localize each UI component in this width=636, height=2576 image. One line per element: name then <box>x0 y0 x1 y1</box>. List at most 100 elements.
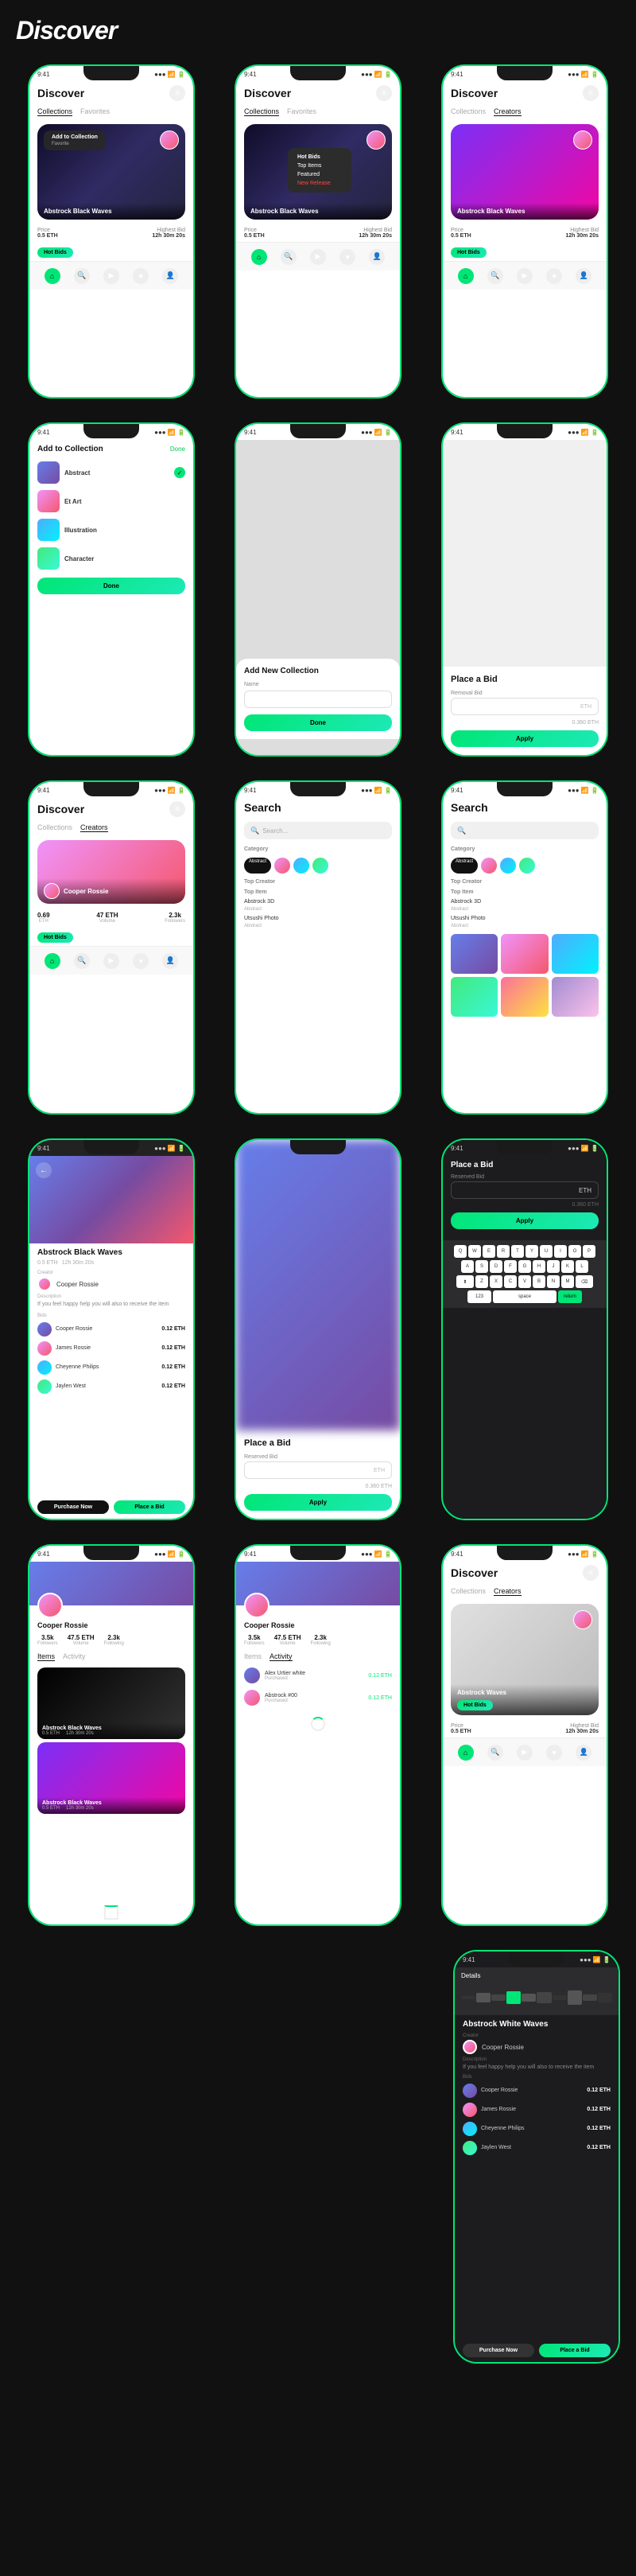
tab-creators[interactable]: Creators <box>494 107 522 116</box>
nav-home[interactable]: ⌂ <box>45 953 60 969</box>
key-shift[interactable]: ⬆ <box>456 1275 474 1288</box>
nav-heart[interactable]: ♥ <box>546 1745 562 1761</box>
nav-play[interactable]: ▶ <box>310 249 326 265</box>
apply-button[interactable]: Apply <box>451 1212 599 1229</box>
key-f[interactable]: F <box>504 1260 517 1273</box>
bid-button[interactable]: Place a Bid <box>114 1500 185 1514</box>
key-c[interactable]: C <box>504 1275 517 1288</box>
key-return[interactable]: return <box>558 1290 582 1303</box>
nav-home[interactable]: ⌂ <box>458 268 474 284</box>
nft-list-item-2[interactable]: Abstrock Black Waves 0.5 ETH 12h 30m 20s <box>37 1742 185 1814</box>
grid-item-2[interactable] <box>501 934 548 974</box>
key-o[interactable]: O <box>568 1245 581 1258</box>
nav-heart[interactable]: ♥ <box>133 953 149 969</box>
purchase-button[interactable]: Purchase Now <box>463 2344 534 2357</box>
done-button[interactable]: Done <box>244 714 392 731</box>
hot-bids-button[interactable]: Hot Bids <box>37 247 73 258</box>
key-p[interactable]: P <box>583 1245 595 1258</box>
menu-icon[interactable]: ≡ <box>583 85 599 101</box>
nav-play[interactable]: ▶ <box>103 268 119 284</box>
collection-item-etart[interactable]: Et Art <box>29 487 193 516</box>
tab-collections[interactable]: Collections <box>244 107 279 116</box>
key-v[interactable]: V <box>518 1275 531 1288</box>
key-r[interactable]: R <box>497 1245 510 1258</box>
reserved-input[interactable]: ETH <box>244 1461 392 1479</box>
key-g[interactable]: G <box>518 1260 531 1273</box>
nav-play[interactable]: ▶ <box>517 268 533 284</box>
key-b[interactable]: B <box>533 1275 545 1288</box>
tab-activity[interactable]: Activity <box>63 1652 86 1661</box>
menu-icon[interactable]: ≡ <box>169 85 185 101</box>
menu-icon[interactable]: ≡ <box>583 1565 599 1581</box>
tab-collections[interactable]: Collections <box>451 107 486 116</box>
key-q[interactable]: Q <box>454 1245 467 1258</box>
grid-item-4[interactable] <box>451 977 498 1017</box>
search-bar[interactable]: 🔍 <box>451 822 599 839</box>
grid-item-6[interactable] <box>552 977 599 1017</box>
tab-items[interactable]: Items <box>244 1652 262 1661</box>
nav-user[interactable]: 👤 <box>576 1745 591 1761</box>
key-delete[interactable]: ⌫ <box>576 1275 593 1288</box>
key-u[interactable]: U <box>540 1245 553 1258</box>
nav-play[interactable]: ▶ <box>103 953 119 969</box>
grid-item-3[interactable] <box>552 934 599 974</box>
nav-heart[interactable]: ♥ <box>133 268 149 284</box>
grid-item-5[interactable] <box>501 977 548 1017</box>
menu-icon[interactable]: ≡ <box>169 801 185 817</box>
key-t[interactable]: T <box>511 1245 524 1258</box>
grid-item-1[interactable] <box>451 934 498 974</box>
tab-creators[interactable]: Creators <box>494 1587 522 1596</box>
hot-bids-button[interactable]: Hot Bids <box>451 247 487 258</box>
nav-play[interactable]: ▶ <box>517 1745 533 1761</box>
cat-avatar-2[interactable] <box>293 858 309 874</box>
menu-item-hotbids[interactable]: Hot Bids <box>297 153 342 161</box>
name-input[interactable] <box>244 691 392 708</box>
collection-item-illustration[interactable]: Illustration <box>29 516 193 544</box>
cat-avatar-2[interactable] <box>500 858 516 874</box>
nav-heart[interactable]: ♥ <box>339 249 355 265</box>
modal-action[interactable]: Done <box>170 446 185 453</box>
cat-abstract[interactable]: Abstract <box>451 858 478 874</box>
nav-user[interactable]: 👤 <box>162 953 178 969</box>
nav-user[interactable]: 👤 <box>369 249 385 265</box>
cat-avatar-1[interactable] <box>274 858 290 874</box>
tab-collections[interactable]: Collections <box>37 823 72 832</box>
menu-item-featured[interactable]: Featured <box>297 170 342 179</box>
key-space[interactable]: space <box>493 1290 556 1303</box>
key-a[interactable]: A <box>461 1260 474 1273</box>
apply-button[interactable]: Apply <box>244 1494 392 1511</box>
tab-favorites[interactable]: Favorites <box>287 107 316 116</box>
key-z[interactable]: Z <box>475 1275 488 1288</box>
key-y[interactable]: Y <box>525 1245 538 1258</box>
key-numbers[interactable]: 123 <box>467 1290 491 1303</box>
cat-avatar-1[interactable] <box>481 858 497 874</box>
nav-heart[interactable]: ♥ <box>546 268 562 284</box>
nav-home[interactable]: ⌂ <box>458 1745 474 1761</box>
nav-search[interactable]: 🔍 <box>74 953 90 969</box>
nav-search[interactable]: 🔍 <box>487 268 503 284</box>
nav-search[interactable]: 🔍 <box>74 268 90 284</box>
cat-avatar-3[interactable] <box>519 858 535 874</box>
reserved-input[interactable]: ETH <box>451 1181 599 1199</box>
apply-button[interactable]: Apply <box>451 730 599 747</box>
collection-item-abstract[interactable]: Abstract ✓ <box>29 458 193 487</box>
menu-item-topitems[interactable]: Top Items <box>297 161 342 170</box>
hot-bids-button[interactable]: Hot Bids <box>37 932 73 943</box>
tab-collections[interactable]: Collections <box>37 107 72 116</box>
nav-search[interactable]: 🔍 <box>487 1745 503 1761</box>
key-s[interactable]: S <box>475 1260 488 1273</box>
nav-user[interactable]: 👤 <box>576 268 591 284</box>
reserved-input[interactable]: ETH <box>451 698 599 715</box>
tab-items[interactable]: Items <box>37 1652 55 1661</box>
key-k[interactable]: K <box>561 1260 574 1273</box>
tab-activity[interactable]: Activity <box>270 1652 293 1661</box>
nav-home[interactable]: ⌂ <box>251 249 267 265</box>
key-n[interactable]: N <box>547 1275 560 1288</box>
done-button[interactable]: Done <box>37 578 185 594</box>
menu-item-newrelease[interactable]: New Release <box>297 179 342 188</box>
key-e[interactable]: E <box>483 1245 495 1258</box>
search-bar[interactable]: 🔍 Search... <box>244 822 392 839</box>
key-x[interactable]: X <box>490 1275 502 1288</box>
tab-creators[interactable]: Creators <box>80 823 108 832</box>
key-m[interactable]: M <box>561 1275 574 1288</box>
